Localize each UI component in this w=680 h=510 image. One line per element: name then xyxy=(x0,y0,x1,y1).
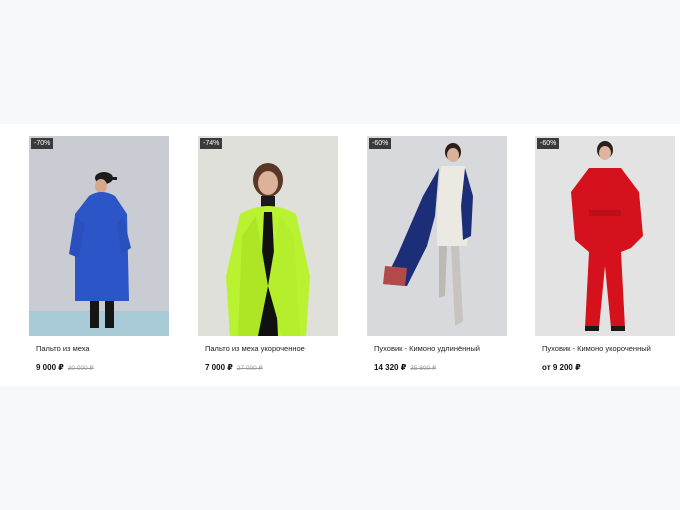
product-grid: -70% Пальто из меха 9 000 ₽30 000 ₽ -74% xyxy=(0,124,680,386)
product-image[interactable]: -60% xyxy=(535,136,675,336)
product-price: 7 000 ₽ xyxy=(205,363,233,372)
product-price: 14 320 ₽ xyxy=(374,363,407,372)
product-card[interactable]: -70% Пальто из меха 9 000 ₽30 000 ₽ xyxy=(29,136,169,375)
product-card[interactable]: -74% Пальто из меха укороченное 7 000 ₽2… xyxy=(198,136,338,375)
product-card[interactable]: -60% Пуховик - Кимоно укороченный от 9 2… xyxy=(535,136,675,375)
product-name[interactable]: Пуховик - Кимоно удлинённый xyxy=(374,344,507,353)
discount-badge: -60% xyxy=(369,138,392,149)
product-image[interactable]: -60% xyxy=(367,136,507,336)
product-price: 9 000 ₽ xyxy=(36,363,64,372)
product-name[interactable]: Пальто из меха xyxy=(36,344,169,353)
product-image[interactable]: -74% xyxy=(198,136,338,336)
discount-badge: -60% xyxy=(537,138,560,149)
discount-badge: -74% xyxy=(200,138,223,149)
product-price: от 9 200 ₽ xyxy=(542,363,581,372)
product-card[interactable]: -60% Пуховик - Кимоно удлинённый 14 320 … xyxy=(367,136,507,375)
product-name[interactable]: Пальто из меха укороченное xyxy=(205,344,338,353)
product-old-price: 35 800 ₽ xyxy=(410,365,437,372)
discount-badge: -70% xyxy=(31,138,54,149)
product-old-price: 30 000 ₽ xyxy=(67,365,94,372)
product-image[interactable]: -70% xyxy=(29,136,169,336)
product-name[interactable]: Пуховик - Кимоно укороченный xyxy=(542,344,675,353)
product-old-price: 27 000 ₽ xyxy=(236,365,263,372)
